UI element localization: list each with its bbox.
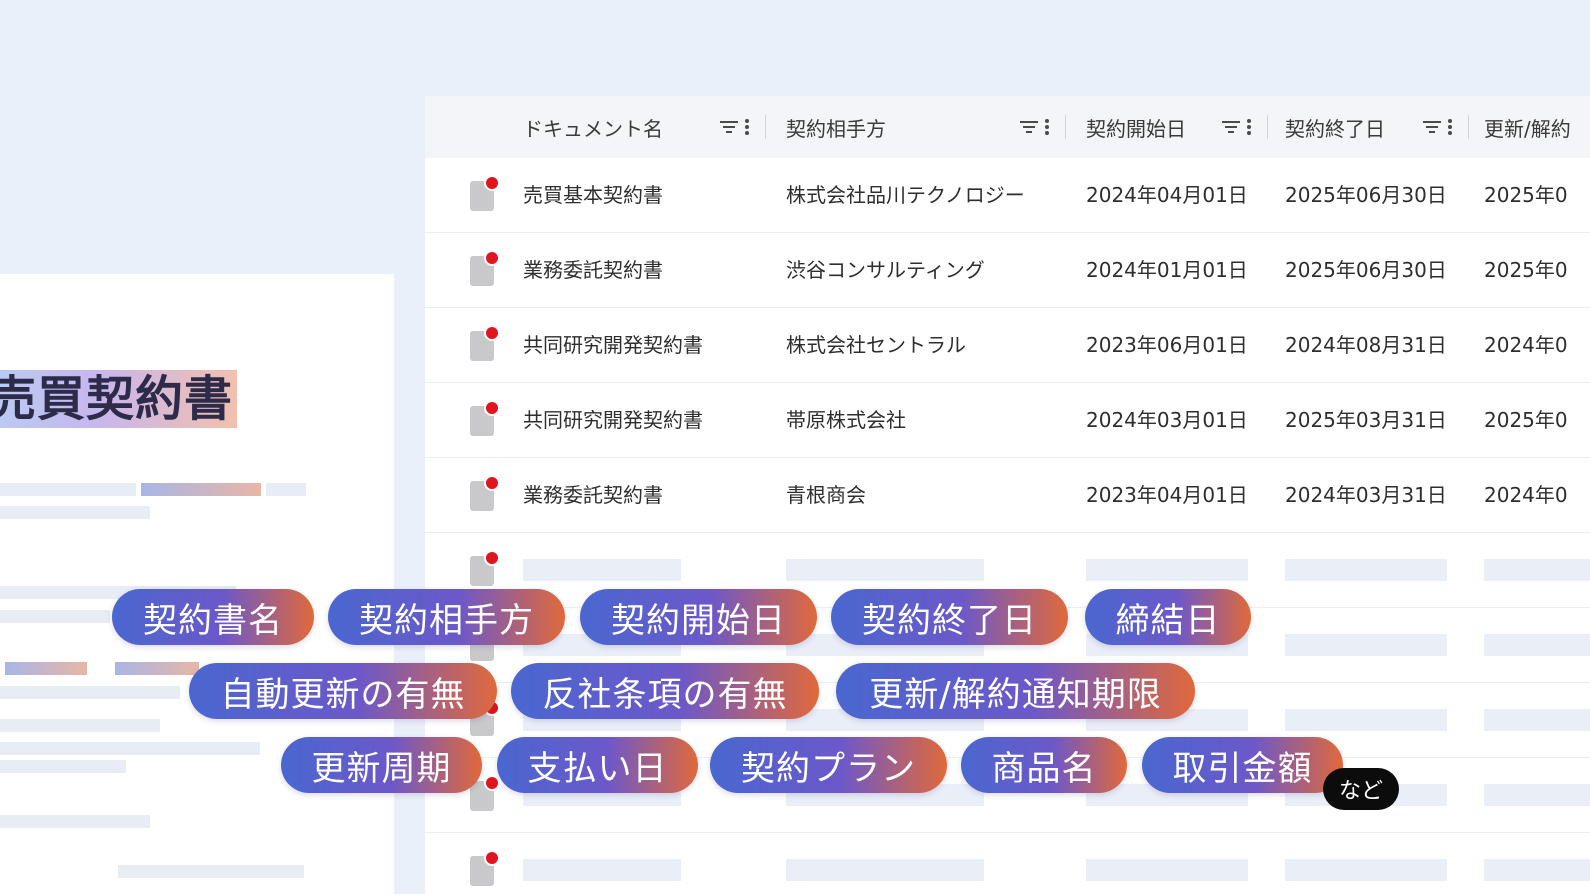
field-tag-start-date: 契約開始日 [580, 589, 817, 645]
cell-start-date: 2024年04月01日 [1086, 183, 1248, 207]
text-line [118, 865, 304, 878]
column-header-counterparty[interactable]: 契約相手方 [786, 96, 886, 158]
field-tag-product-name: 商品名 [961, 737, 1127, 793]
column-tools [719, 116, 749, 138]
highlighted-text-line [5, 662, 87, 675]
column-header-end-date[interactable]: 契約終了日 [1285, 96, 1385, 158]
column-tools [1221, 116, 1251, 138]
document-file-icon [470, 400, 500, 436]
field-tag-transaction-amount: 取引金額 [1142, 737, 1343, 793]
column-header-start-date[interactable]: 契約開始日 [1086, 96, 1186, 158]
cell-renewal: 2024年0 [1484, 333, 1568, 357]
cell-document-name: 共同研究開発契約書 [523, 408, 703, 432]
text-line [0, 760, 126, 773]
highlighted-text-line [141, 483, 261, 496]
column-divider[interactable] [1065, 115, 1066, 139]
text-line [0, 506, 150, 519]
column-tools [1422, 116, 1452, 138]
column-tools [1019, 116, 1049, 138]
document-preview-title: 売買契約書 [0, 370, 238, 428]
filter-icon[interactable] [1019, 119, 1039, 135]
field-tag-notice-deadline: 更新/解約通知期限 [836, 663, 1195, 719]
column-divider[interactable] [765, 115, 766, 139]
document-file-icon [470, 325, 500, 361]
text-line [0, 686, 180, 699]
document-file-icon [470, 175, 500, 211]
cell-counterparty: 帯原株式会社 [786, 408, 906, 432]
document-file-icon [470, 550, 500, 586]
cell-renewal: 2025年0 [1484, 408, 1568, 432]
cell-start-date: 2024年03月01日 [1086, 408, 1248, 432]
more-options-icon[interactable] [745, 119, 749, 135]
text-line [266, 483, 306, 496]
text-line [0, 483, 136, 496]
highlighted-text-line [115, 662, 199, 675]
cell-end-date: 2025年03月31日 [1285, 408, 1447, 432]
cell-renewal: 2024年0 [1484, 483, 1568, 507]
cell-end-date: 2024年08月31日 [1285, 333, 1447, 357]
column-divider[interactable] [1267, 115, 1268, 139]
more-options-icon[interactable] [1448, 119, 1452, 135]
text-line [0, 610, 110, 623]
filter-icon[interactable] [1422, 119, 1442, 135]
cell-counterparty: 渋谷コンサルティング [786, 258, 985, 282]
cell-document-name: 業務委託契約書 [523, 483, 663, 507]
field-tag-auto-renewal: 自動更新の有無 [189, 663, 497, 719]
cell-start-date: 2023年06月01日 [1086, 333, 1248, 357]
filter-icon[interactable] [719, 119, 739, 135]
table-row[interactable]: 売買基本契約書 株式会社品川テクノロジー 2024年04月01日 2025年06… [425, 158, 1590, 233]
more-options-icon[interactable] [1045, 119, 1049, 135]
filter-icon[interactable] [1221, 119, 1241, 135]
cell-document-name: 共同研究開発契約書 [523, 333, 703, 357]
document-file-icon [470, 775, 500, 811]
cell-renewal: 2025年0 [1484, 258, 1568, 282]
document-file-icon [470, 475, 500, 511]
table-header: ドキュメント名 契約相手方 契約開始日 契約終了日 更新/解約 [425, 96, 1590, 158]
document-file-icon [470, 250, 500, 286]
field-tag-payment-date: 支払い日 [497, 737, 698, 793]
cell-counterparty: 青根商会 [786, 483, 866, 507]
document-preview-card: 売買契約書 [0, 274, 394, 894]
field-tag-renewal-cycle: 更新周期 [281, 737, 482, 793]
column-divider[interactable] [1468, 115, 1469, 139]
cell-counterparty: 株式会社セントラル [786, 333, 966, 357]
cell-document-name: 売買基本契約書 [523, 183, 663, 207]
document-file-icon [470, 850, 500, 886]
placeholder-row [425, 833, 1590, 894]
etc-badge: など [1323, 768, 1399, 810]
cell-end-date: 2024年03月31日 [1285, 483, 1447, 507]
table-row[interactable]: 共同研究開発契約書 帯原株式会社 2024年03月01日 2025年03月31日… [425, 383, 1590, 458]
field-tag-counterparty: 契約相手方 [328, 589, 565, 645]
field-tag-contract-name: 契約書名 [112, 589, 314, 645]
text-line [0, 815, 150, 828]
text-line [0, 719, 160, 732]
table-row[interactable]: 業務委託契約書 青根商会 2023年04月01日 2024年03月31日 202… [425, 458, 1590, 533]
text-line [0, 742, 260, 755]
cell-document-name: 業務委託契約書 [523, 258, 663, 282]
field-tag-end-date: 契約終了日 [831, 589, 1068, 645]
field-tag-signing-date: 締結日 [1085, 589, 1251, 645]
cell-end-date: 2025年06月30日 [1285, 258, 1447, 282]
cell-end-date: 2025年06月30日 [1285, 183, 1447, 207]
table-row[interactable]: 共同研究開発契約書 株式会社セントラル 2023年06月01日 2024年08月… [425, 308, 1590, 383]
cell-start-date: 2024年01月01日 [1086, 258, 1248, 282]
field-tag-antisocial-clause: 反社条項の有無 [511, 663, 819, 719]
column-header-renewal[interactable]: 更新/解約 [1484, 96, 1571, 158]
cell-counterparty: 株式会社品川テクノロジー [786, 183, 1025, 207]
field-tag-contract-plan: 契約プラン [710, 737, 947, 793]
column-header-document-name[interactable]: ドキュメント名 [523, 96, 663, 158]
more-options-icon[interactable] [1247, 119, 1251, 135]
table-row[interactable]: 業務委託契約書 渋谷コンサルティング 2024年01月01日 2025年06月3… [425, 233, 1590, 308]
cell-start-date: 2023年04月01日 [1086, 483, 1248, 507]
cell-renewal: 2025年0 [1484, 183, 1568, 207]
